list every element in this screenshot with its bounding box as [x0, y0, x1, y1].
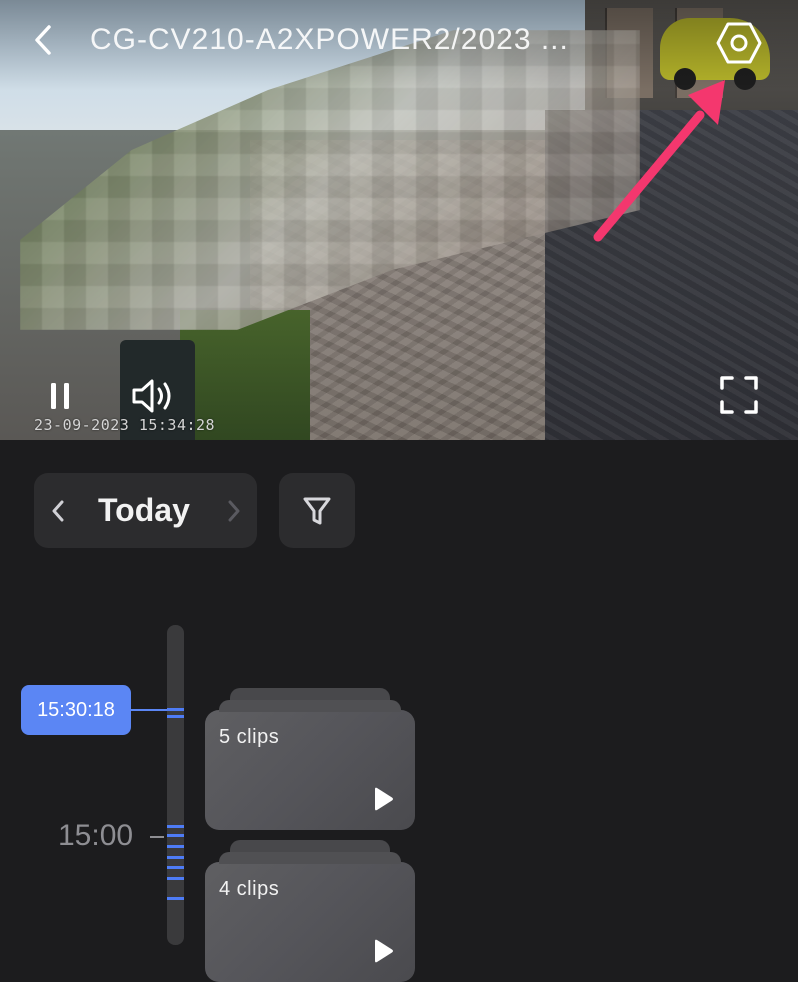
back-button[interactable]	[28, 22, 58, 58]
speaker-icon	[132, 379, 171, 413]
date-label: Today	[98, 492, 190, 528]
chevron-right-icon	[228, 500, 240, 522]
filter-icon	[303, 497, 331, 524]
timeline-event-tick	[167, 897, 184, 900]
volume-button[interactable]	[126, 372, 180, 420]
date-navigator: Today	[34, 473, 257, 548]
timeline-event-tick	[167, 708, 184, 711]
timeline-event-tick	[167, 834, 184, 837]
gear-hexagon-icon	[716, 22, 762, 64]
clip-play-button[interactable]	[369, 936, 397, 966]
previous-day-button[interactable]	[44, 491, 72, 531]
timeline-event-tick	[167, 845, 184, 848]
clip-count-label: 5 clips	[219, 726, 280, 748]
current-time-pointer	[131, 709, 167, 711]
clip-stack-layer	[219, 852, 401, 864]
timeline-event-tick	[167, 856, 184, 859]
fullscreen-button[interactable]	[716, 372, 762, 418]
clip-play-button[interactable]	[369, 784, 397, 814]
current-time-badge: 15:30:18	[21, 685, 131, 735]
timeline-event-tick	[167, 715, 184, 718]
video-timestamp: 23-09-2023 15:34:28	[34, 416, 216, 434]
hour-marker-line	[150, 836, 164, 838]
clip-group-card[interactable]: 4 clips	[205, 840, 415, 982]
camera-live-view[interactable]: CG-CV210-A2XPOWER2/2023 ... 23-09-2023 1…	[0, 0, 798, 440]
timeline-event-tick	[167, 866, 184, 869]
timeline-event-tick	[167, 877, 184, 880]
play-icon	[375, 787, 393, 811]
fullscreen-icon	[720, 376, 758, 414]
chevron-left-icon	[35, 25, 51, 55]
pause-icon	[51, 383, 69, 409]
chevron-left-icon	[52, 500, 64, 522]
clip-stack-layer	[219, 700, 401, 712]
timeline-hour-label: 15:00	[58, 819, 134, 852]
next-day-button[interactable]	[220, 491, 248, 531]
clip-count-label: 4 clips	[219, 878, 280, 900]
timeline-event-tick	[167, 825, 184, 828]
pause-button[interactable]	[42, 376, 78, 416]
annotation-arrow	[593, 80, 725, 242]
camera-title: CG-CV210-A2XPOWER2/2023 ...	[90, 23, 569, 56]
filter-button[interactable]	[279, 473, 355, 548]
clip-group-card[interactable]: 5 clips	[205, 688, 415, 830]
play-icon	[375, 939, 393, 963]
settings-button[interactable]	[714, 18, 764, 68]
